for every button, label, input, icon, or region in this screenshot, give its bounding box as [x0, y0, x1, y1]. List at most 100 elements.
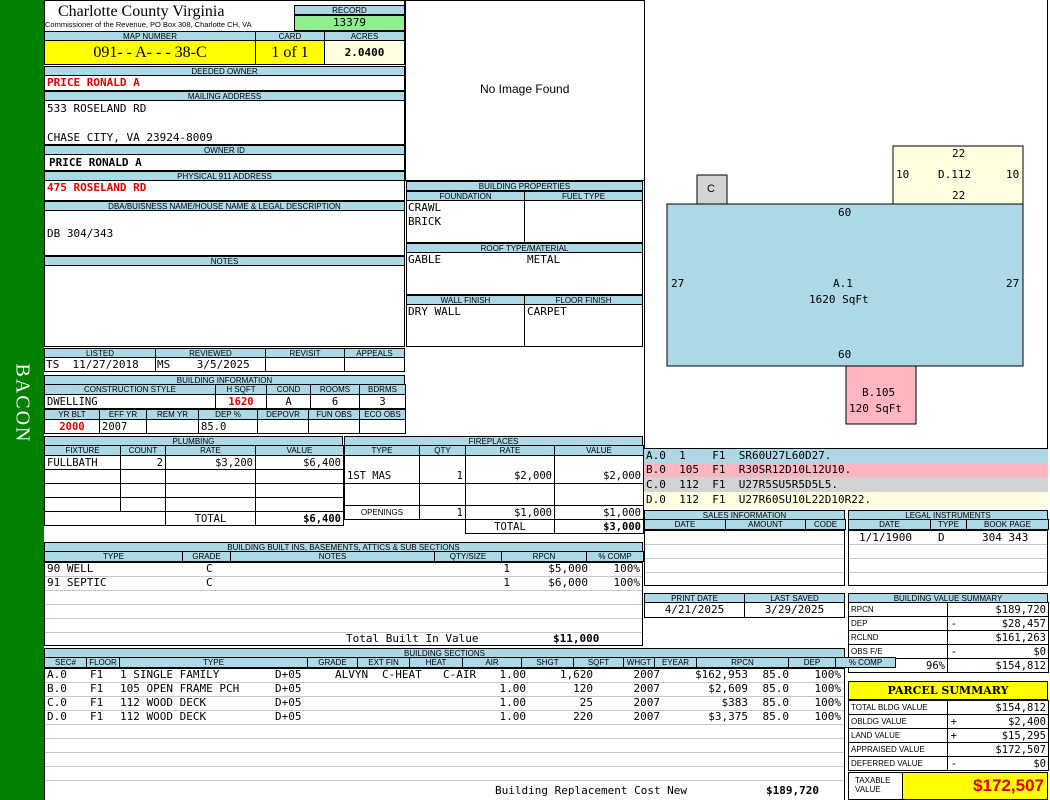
plumbing-table: FIXTURE COUNT RATE VALUE FULLBATH 2 $3,2… — [44, 445, 344, 526]
value-row-rclnd: RCLND $161,263 — [848, 630, 1049, 645]
plumbing-col-value: VALUE — [255, 445, 344, 456]
sections-total-label: Building Replacement Cost New — [495, 784, 688, 797]
builtins-col-comp: % COMP — [586, 551, 644, 562]
sections-col-shgt: SHGT — [521, 657, 574, 668]
builtin-qty: 1 — [503, 562, 510, 575]
legend-row-a: A.0 1 F1 SR60U27L60D27. — [644, 449, 1048, 463]
legend-row-c: C.0 112 F1 U27R5SU5R5D5L5. — [644, 477, 1048, 492]
value-pct — [900, 602, 948, 617]
section-type: 112 WOOD DECK — [120, 697, 207, 709]
building-props-label: BUILDING PROPERTIES — [406, 181, 643, 191]
sketch-d-right: 10 — [1006, 168, 1020, 181]
parcel-value: $2,400 — [959, 714, 1049, 729]
parcel-row-obldg: OBLDG VALUE + $2,400 — [848, 714, 1049, 729]
reviewed-value: MS 3/5/2025 — [157, 358, 250, 371]
grid-line — [45, 780, 844, 781]
grid-line — [45, 724, 844, 725]
county-subtitle: Commissioner of the Revenue, PO Box 308,… — [45, 20, 252, 29]
physical-address-value: 475 ROSELAND RD — [47, 181, 147, 194]
value-name: RCLND — [848, 630, 901, 645]
sections-col-type: TYPE — [119, 657, 308, 668]
value-sign — [947, 658, 960, 673]
sections-col-eyear: EYEAR — [654, 657, 697, 668]
section-grade: D+05 — [275, 711, 302, 723]
section-sqft: 1,620 — [559, 669, 593, 681]
no-image-text: No Image Found — [480, 82, 570, 96]
fireplace-total-label: TOTAL — [465, 519, 555, 534]
sketch-d-bottom: 22 — [952, 189, 966, 202]
builtin-comp: 100% — [613, 576, 641, 589]
grid-line — [45, 604, 642, 605]
builtins-total-label: Total Built In Value — [346, 632, 479, 645]
section-dep: 85.0 — [762, 697, 790, 709]
fireplace-empty-cell — [419, 455, 466, 470]
depovr-label: DEPOVR — [257, 409, 309, 420]
plumbing-empty-cell — [44, 469, 121, 484]
plumbing-row: FULLBATH 2 $3,200 $6,400 — [44, 455, 344, 470]
plumbing-empty-cell — [255, 469, 344, 484]
plumbing-empty-cell — [165, 483, 256, 498]
section-extfin: ALVYN — [335, 669, 369, 681]
fireplace-total: $3,000 — [554, 519, 644, 534]
parcel-row-total-bldg: TOTAL BLDG VALUE $154,812 — [848, 700, 1049, 715]
section-shgt: 1.00 — [499, 669, 527, 681]
print-date-value: 4/21/2025 — [664, 603, 725, 616]
fireplace-row: 1ST MAS 1 $2,000 $2,000 — [344, 469, 644, 484]
section-floor: F1 — [90, 669, 104, 681]
plumbing-empty-cell — [165, 469, 256, 484]
hsqft-value: 1620 — [215, 394, 267, 409]
section-eyear: 2007 — [633, 669, 661, 681]
plumbing-total-spacer — [120, 511, 166, 526]
section-rpcn: $2,609 — [708, 683, 748, 695]
sketch-c-label: C — [707, 183, 715, 195]
listed-value: TS 11/27/2018 — [46, 358, 139, 371]
section-heat: C-HEAT — [382, 669, 422, 681]
sections-col-heat: HEAT — [409, 657, 463, 668]
plumbing-total: $6,400 — [255, 511, 344, 526]
fireplace-empty-cell — [554, 483, 644, 506]
parcel-name: TOTAL BLDG VALUE — [848, 700, 948, 715]
section-type: 105 OPEN FRAME PCH — [120, 683, 240, 695]
parcel-row-deferred: DEFERRED VALUE - $0 — [848, 756, 1049, 771]
taxable-label: TAXABLE VALUE — [848, 772, 903, 800]
fireplace-col-value: VALUE — [554, 445, 644, 456]
grid-line — [645, 558, 844, 559]
section-eyear: 2007 — [633, 683, 661, 695]
ecoobs-label: ECO OBS — [359, 409, 406, 420]
fireplace-empty-cell — [344, 455, 420, 470]
builtin-type: 90 WELL — [47, 562, 94, 575]
sections-col-extfin: EXT FIN — [357, 657, 410, 668]
card-value: 1 of 1 — [255, 40, 325, 65]
floor-finish-value: CARPET — [527, 305, 567, 318]
notes-box — [44, 265, 405, 347]
fireplace-type: 1ST MAS — [344, 469, 420, 484]
building-years-table: YR BLT EFF YR REM YR DEP % DEPOVR FUN OB… — [44, 409, 406, 434]
fireplace-empty-cell — [554, 455, 644, 470]
legal-bookpage: 304 343 — [982, 531, 1029, 544]
sections-col-comp: % COMP — [835, 657, 896, 668]
builtins-col-grade: GRADE — [182, 551, 231, 562]
section-dep: 85.0 — [762, 683, 790, 695]
sections-col-floor: FLOOR — [86, 657, 120, 668]
openings-label: OPENINGS — [344, 505, 420, 520]
builtins-col-rpcn: RPCN — [501, 551, 587, 562]
grid-line — [45, 590, 642, 591]
fireplace-rate: $2,000 — [465, 469, 555, 484]
sales-table: DATE AMOUNT CODE — [644, 519, 846, 530]
legal-col-bookpage: BOOK PAGE — [966, 519, 1049, 530]
section-shgt: 1.00 — [499, 683, 527, 695]
plumbing-empty-cell — [255, 497, 344, 512]
sketch-b-area: 120 SqFt — [849, 402, 902, 415]
fireplace-empty-cell — [344, 483, 420, 506]
sketch-b-label: B.105 — [862, 386, 896, 399]
section-dep: 85.0 — [762, 711, 790, 723]
sections-col-sec: SEC# — [44, 657, 87, 668]
style-value: DWELLING — [44, 394, 216, 409]
sketch-a-right: 27 — [1006, 277, 1020, 290]
deeded-owner-value: PRICE RONALD A — [47, 76, 140, 89]
appeals-box — [344, 357, 405, 372]
sketch-legend: A.0 1 F1 SR60U27L60D27. B.0 105 F1 R30SR… — [644, 449, 1048, 507]
section-sqft: 25 — [579, 697, 593, 709]
openings-qty: 1 — [419, 505, 466, 520]
value-pct — [900, 644, 948, 659]
